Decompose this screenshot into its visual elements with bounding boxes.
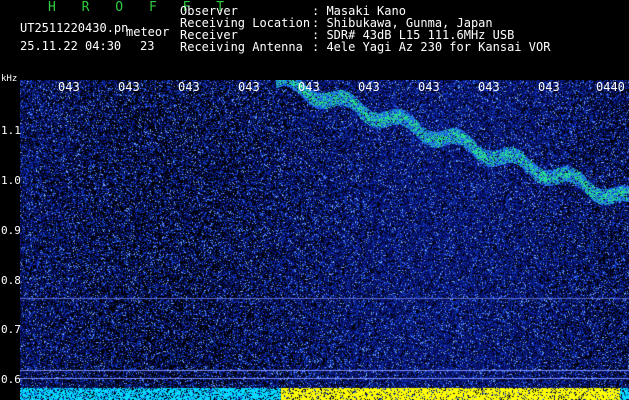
meteor-count: 23 <box>140 39 155 53</box>
spectrogram-canvas <box>20 80 629 400</box>
y-tick-label: 0.8 <box>1 274 21 287</box>
time-label: 0440 <box>596 80 625 94</box>
datetime-label: 25.11.22 04:30 <box>20 39 122 53</box>
filename-label: UT2511220430.pn <box>20 21 129 35</box>
frequency-unit-label: kHz <box>1 74 18 84</box>
meta-value-antenna: : 4ele Yagi Az 230 for Kansai VOR <box>312 40 551 54</box>
time-label: 043 <box>358 80 380 94</box>
y-tick-label: 0.9 <box>1 224 21 237</box>
y-tick-label: 1.0 <box>1 174 21 187</box>
time-label: 043 <box>118 80 140 94</box>
time-label: 043 <box>178 80 200 94</box>
time-label: 043 <box>298 80 320 94</box>
time-label: 043 <box>538 80 560 94</box>
time-label: 043 <box>58 80 80 94</box>
time-label: 043 <box>418 80 440 94</box>
y-tick-label: 0.7 <box>1 323 21 336</box>
time-label: 043 <box>478 80 500 94</box>
meta-key-antenna: Receiving Antenna <box>180 40 303 54</box>
y-tick-label: 1.1 <box>1 124 21 137</box>
y-tick-label: 0.6 <box>1 373 21 386</box>
time-label: 043 <box>238 80 260 94</box>
meteor-label: meteor <box>126 25 170 39</box>
